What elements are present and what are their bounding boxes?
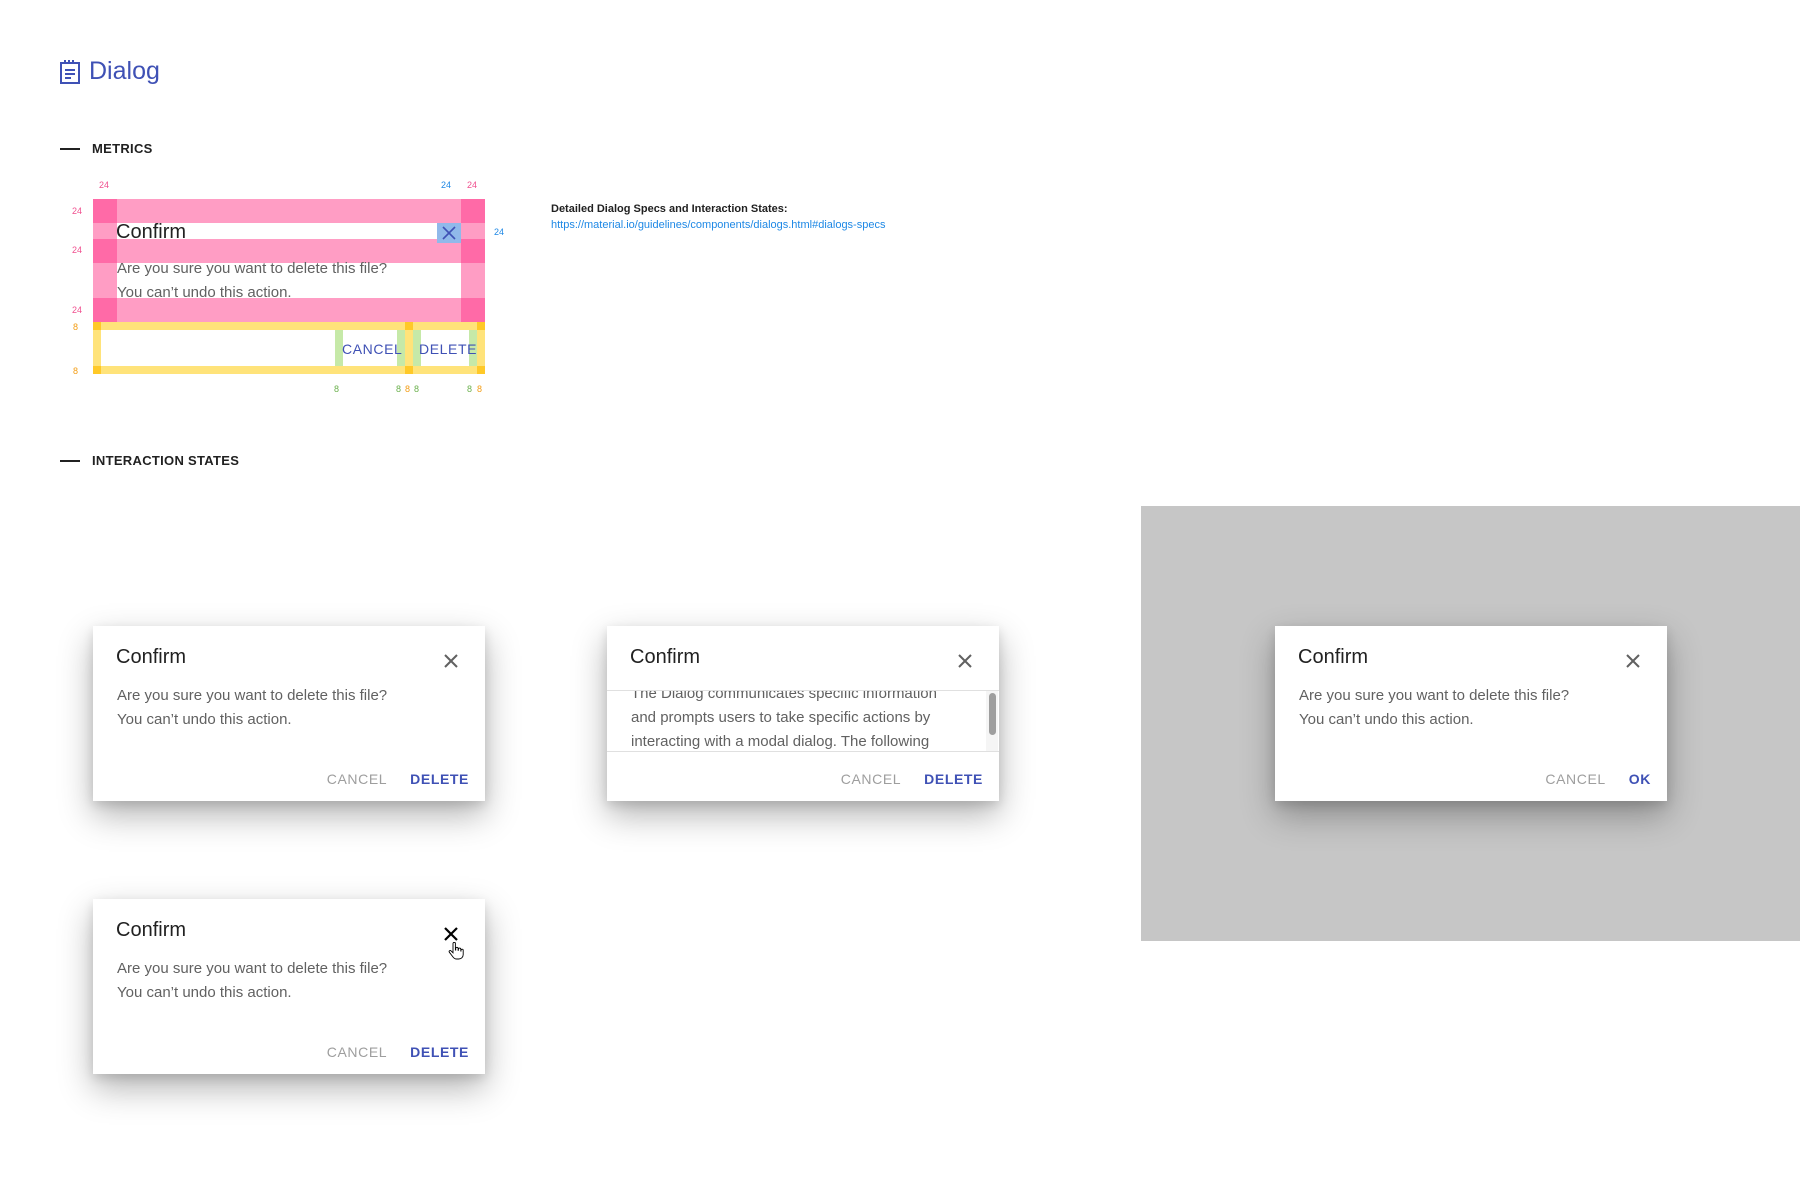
page-header: Dialog (59, 57, 160, 86)
metric-label: 24 (467, 180, 478, 190)
metric-label: 24 (494, 227, 505, 237)
metric-label: 24 (441, 180, 452, 190)
close-icon[interactable] (440, 650, 462, 672)
metric-label: 24 (99, 180, 110, 190)
metric-label: 8 (477, 384, 483, 394)
dialog-title: Confirm (1298, 646, 1369, 668)
dialog-scroll-area[interactable]: The Dialog communicates specific informa… (607, 690, 999, 752)
ok-button[interactable]: OK (1629, 771, 1651, 787)
close-icon[interactable] (1622, 650, 1644, 672)
page-title: Dialog (89, 57, 160, 85)
metric-label: 8 (73, 322, 79, 332)
metric-label: 8 (414, 384, 420, 394)
cancel-button[interactable]: CANCEL (841, 771, 901, 787)
divider (60, 147, 80, 150)
dialog-body-line: and prompts users to take specific actio… (631, 709, 931, 726)
scrollbar-thumb[interactable] (989, 693, 996, 735)
divider (60, 459, 80, 462)
metric-label: 24 (72, 305, 83, 315)
delete-button[interactable]: DELETE (410, 771, 469, 787)
metric-label: 8 (467, 384, 473, 394)
dialog-title: Confirm (116, 919, 187, 941)
dialog-body: Are you sure you want to delete this fil… (117, 957, 417, 1005)
metrics-dialog-body-line2: You can’t undo this action. (117, 284, 292, 301)
dialog-body-line: interacting with a modal dialog. The fol… (631, 733, 930, 750)
section-interaction-states: INTERACTION STATES (60, 453, 239, 468)
dialog-body-line: Are you sure you want to delete this fil… (1299, 687, 1570, 704)
dialog-body-line: Are you sure you want to delete this fil… (117, 960, 388, 977)
metric-label: 8 (396, 384, 402, 394)
section-metrics: METRICS (60, 141, 153, 156)
delete-button[interactable]: DELETE (924, 771, 983, 787)
metrics-dialog-body-line1: Are you sure you want to delete this fil… (117, 260, 388, 277)
dialog-on-overlay: Confirm Are you sure you want to delete … (1275, 626, 1667, 801)
dialog-actions: CANCEL DELETE (841, 771, 983, 787)
spec-title: Detailed Dialog Specs and Interaction St… (551, 203, 788, 215)
dialog-body-line: The Dialog communicates specific informa… (631, 690, 937, 702)
document-icon (59, 59, 81, 85)
close-icon (442, 226, 456, 240)
hand-cursor-icon (448, 941, 464, 965)
section-label-metrics: METRICS (92, 141, 153, 156)
delete-button[interactable]: DELETE (410, 1044, 469, 1060)
dialog-title: Confirm (116, 646, 187, 668)
dialog-scrolling: Confirm The Dialog communicates specific… (607, 626, 999, 801)
metrics-diagram: Confirm Are you sure you want to delete … (93, 199, 485, 374)
spec-link[interactable]: https://material.io/guidelines/component… (551, 219, 885, 231)
dialog-actions: CANCEL OK (1545, 771, 1651, 787)
dialog-body-line: You can’t undo this action. (117, 984, 292, 1001)
dialog-actions: CANCEL DELETE (327, 771, 469, 787)
close-icon[interactable] (954, 650, 976, 672)
metric-label: 24 (72, 206, 83, 216)
cancel-button[interactable]: CANCEL (327, 1044, 387, 1060)
dialog-body: Are you sure you want to delete this fil… (117, 684, 417, 732)
dialog-body-line: Are you sure you want to delete this fil… (117, 687, 388, 704)
dialog-actions: CANCEL DELETE (327, 1044, 469, 1060)
metric-label: 24 (72, 245, 83, 255)
metric-label: 8 (73, 366, 79, 376)
metric-label: 8 (405, 384, 411, 394)
cancel-button[interactable]: CANCEL (1545, 771, 1605, 787)
metrics-cancel-button: CANCEL (342, 341, 403, 357)
dialog-body: The Dialog communicates specific informa… (631, 690, 951, 751)
metrics-delete-button: DELETE (419, 341, 478, 357)
dialog-body-line: You can’t undo this action. (117, 711, 292, 728)
dialog-default: Confirm Are you sure you want to delete … (93, 626, 485, 801)
metrics-dialog-title: Confirm (116, 221, 187, 243)
dialog-body: Are you sure you want to delete this fil… (1299, 684, 1599, 732)
section-label-interaction-states: INTERACTION STATES (92, 453, 240, 468)
dialog-title: Confirm (630, 646, 701, 668)
cancel-button[interactable]: CANCEL (327, 771, 387, 787)
metric-label: 8 (334, 384, 340, 394)
dialog-close-hover: Confirm Are you sure you want to delete … (93, 899, 485, 1074)
dialog-body-line: You can’t undo this action. (1299, 711, 1474, 728)
